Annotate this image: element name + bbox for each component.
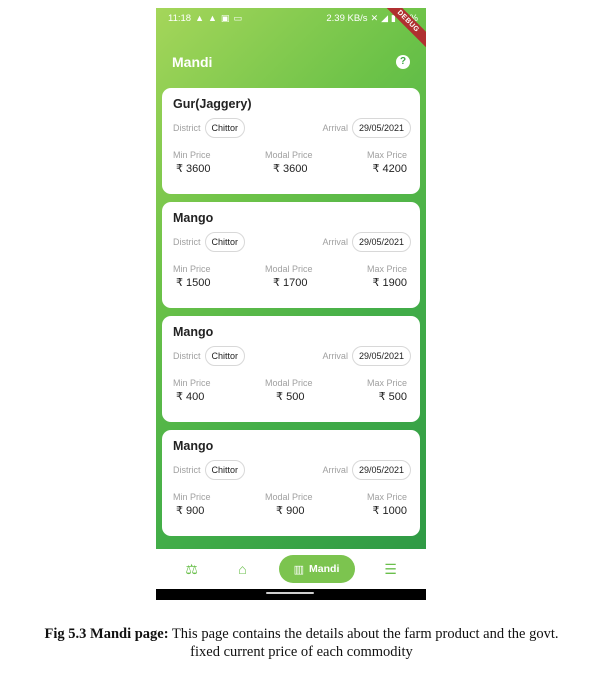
screen-icon: ▭ xyxy=(233,12,242,23)
arrival-chip: 29/05/2021 xyxy=(351,460,411,480)
commodity-name: Gur(Jaggery) xyxy=(173,97,252,111)
network-speed: 2.39 KB/s xyxy=(326,12,368,24)
min-price-label: Min Price xyxy=(173,150,211,160)
gesture-handle[interactable] xyxy=(266,592,314,594)
menu-icon[interactable]: ☰ xyxy=(376,561,406,578)
arrival-chip: 29/05/2021 xyxy=(351,346,411,366)
home-icon[interactable]: ⌂ xyxy=(228,561,258,577)
modal-price-value: ₹ 3600 xyxy=(272,163,308,175)
district-label: District xyxy=(173,351,201,361)
arrival-label: Arrival xyxy=(322,237,348,247)
modal-price-label: Modal Price xyxy=(264,378,313,388)
min-price-value: ₹ 3600 xyxy=(176,163,211,175)
district-label: District xyxy=(173,465,201,475)
modal-price-value: ₹ 1700 xyxy=(272,277,308,289)
min-price-label: Min Price xyxy=(173,264,211,274)
modal-price-label: Modal Price xyxy=(264,492,313,502)
district-chip: Chittor xyxy=(204,460,246,480)
caption-text: This page contains the details about the… xyxy=(168,626,559,642)
min-price-value: ₹ 400 xyxy=(176,391,205,403)
caption-title: Fig 5.3 Mandi page: xyxy=(44,626,169,642)
max-price-label: Max Price xyxy=(366,150,407,160)
arrival-chip: 29/05/2021 xyxy=(351,118,411,138)
modal-price-value: ₹ 500 xyxy=(276,391,305,403)
max-price-value: ₹ 1000 xyxy=(372,505,407,517)
caption-text-line2: fixed current price of each commodity xyxy=(190,644,413,660)
mute-icon: ✕ xyxy=(370,12,379,23)
max-price-label: Max Price xyxy=(366,492,407,502)
arrival-label: Arrival xyxy=(322,123,348,133)
min-price-value: ₹ 900 xyxy=(176,505,205,517)
max-price-label: Max Price xyxy=(366,378,407,388)
scale-icon[interactable]: ⚖ xyxy=(177,561,207,578)
arrival-chip: 29/05/2021 xyxy=(351,232,411,252)
max-price-value: ₹ 4200 xyxy=(372,163,407,175)
district-chip: Chittor xyxy=(204,232,246,252)
district-chip: Chittor xyxy=(204,346,246,366)
min-price-value: ₹ 1500 xyxy=(176,277,211,289)
max-price-value: ₹ 500 xyxy=(378,391,407,403)
notification-icon: ▲ xyxy=(195,12,204,23)
commodity-name: Mango xyxy=(173,211,214,225)
modal-price-label: Modal Price xyxy=(264,150,313,160)
nav-item-mandi[interactable]: ▥ Mandi xyxy=(278,555,355,583)
district-label: District xyxy=(173,123,201,133)
district-label: District xyxy=(173,237,201,247)
modal-price-label: Modal Price xyxy=(264,264,313,274)
app-bar: Mandi ? xyxy=(156,50,426,74)
arrival-label: Arrival xyxy=(322,351,348,361)
commodity-card[interactable]: Gur(Jaggery) District Chittor Arrival 29… xyxy=(162,88,420,194)
notification-icon: ▲ xyxy=(208,12,217,23)
page-title: Mandi xyxy=(172,54,213,70)
figure-caption: Fig 5.3 Mandi page: This page contains t… xyxy=(0,625,603,661)
bottom-navigation: ⚖ ⌂ ▥ Mandi ☰ xyxy=(156,549,426,589)
nav-item-label: Mandi xyxy=(309,563,340,575)
system-gesture-bar xyxy=(156,589,426,600)
commodity-list: Gur(Jaggery) District Chittor Arrival 29… xyxy=(162,88,420,544)
commodity-card[interactable]: Mango District Chittor Arrival 29/05/202… xyxy=(162,430,420,536)
modal-price-value: ₹ 900 xyxy=(276,505,305,517)
status-time: 11:18 xyxy=(168,12,192,24)
signal-icon: ◢ xyxy=(381,12,389,23)
commodity-name: Mango xyxy=(173,325,214,339)
commodity-card[interactable]: Mango District Chittor Arrival 29/05/202… xyxy=(162,202,420,308)
phone-screen: 11:18 ▲ ▲ ▣ ▭ 2.39 KB/s ✕ ◢ ▮ 61% DEBUG … xyxy=(156,8,426,600)
question-circle-icon[interactable]: ? xyxy=(396,55,410,69)
district-chip: Chittor xyxy=(204,118,246,138)
max-price-label: Max Price xyxy=(366,264,407,274)
max-price-value: ₹ 1900 xyxy=(372,277,407,289)
arrival-label: Arrival xyxy=(322,465,348,475)
status-bar: 11:18 ▲ ▲ ▣ ▭ 2.39 KB/s ✕ ◢ ▮ 61% xyxy=(156,8,426,28)
min-price-label: Min Price xyxy=(173,492,211,502)
min-price-label: Min Price xyxy=(173,378,211,388)
commodity-card[interactable]: Mango District Chittor Arrival 29/05/202… xyxy=(162,316,420,422)
commodity-name: Mango xyxy=(173,439,214,453)
gallery-icon: ▣ xyxy=(220,12,230,23)
map-icon: ▥ xyxy=(293,563,305,576)
